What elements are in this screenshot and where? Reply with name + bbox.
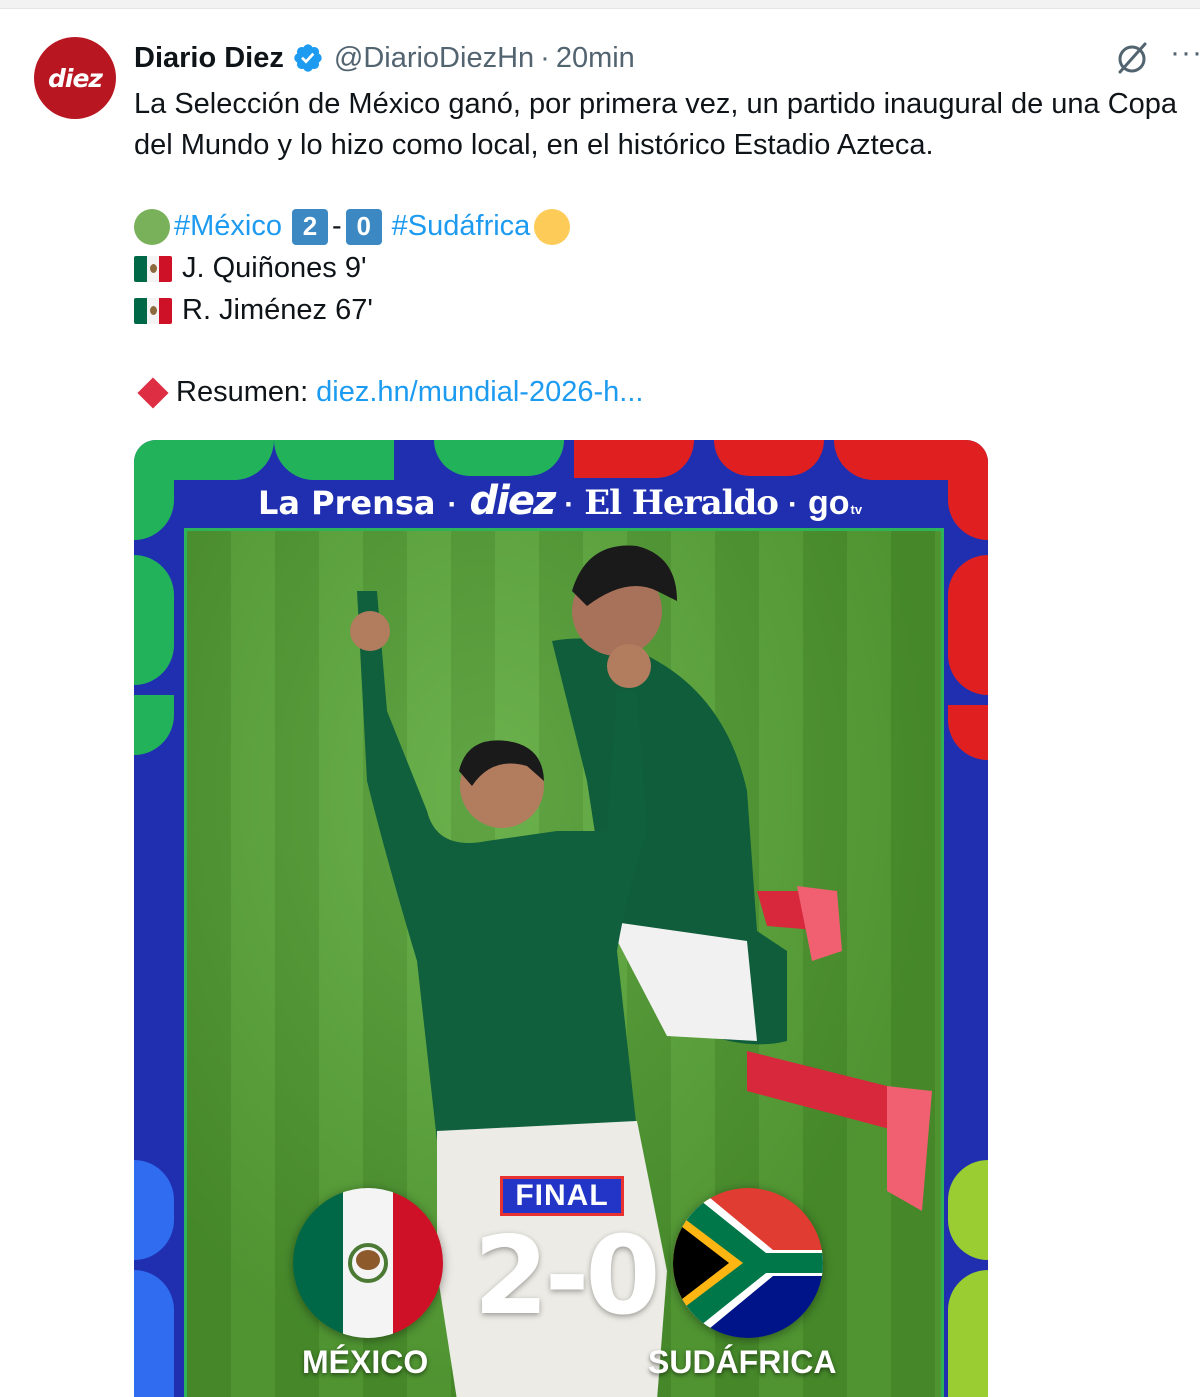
mexico-flag-icon — [134, 255, 172, 282]
south-africa-flag-icon — [673, 1188, 823, 1338]
author-name[interactable]: Diario Diez — [134, 42, 284, 75]
red-diamond-icon — [137, 376, 169, 409]
goal-scorer: R. Jiménez 67' — [182, 294, 373, 326]
el-heraldo-logo: El Heraldo — [584, 483, 779, 523]
diez-logo: diez — [48, 63, 103, 93]
tweet-header: Diario Diez @DiarioDiezHn · 20min — [134, 40, 635, 76]
keycap-home-goals: 2 — [292, 208, 328, 245]
tweet-timestamp[interactable]: 20min — [556, 42, 635, 75]
score-line: #México 2 - 0 #Sudáfrica — [134, 206, 571, 247]
brand-separator: · — [564, 488, 575, 521]
final-status-badge: FINAL — [500, 1176, 624, 1216]
summary-label: Resumen: — [176, 376, 309, 408]
goal-line: J. Quiñones 9' — [134, 248, 366, 289]
score-dash: - — [332, 210, 342, 242]
verified-badge-icon — [294, 44, 322, 72]
green-circle-icon — [134, 208, 170, 245]
goal-scorer: J. Quiñones 9' — [182, 252, 367, 284]
mexico-flag-icon — [293, 1188, 443, 1338]
grok-icon[interactable] — [1112, 38, 1152, 78]
tweet-text: La Selección de México ganó, por primera… — [134, 88, 1178, 161]
brand-separator: · — [447, 488, 458, 521]
diez-brand-logo: diez — [469, 478, 556, 524]
brand-separator: · — [787, 488, 798, 521]
yellow-circle-icon — [534, 208, 571, 245]
away-team-name: SUDÁFRICA — [648, 1344, 837, 1380]
keycap-away-goals: 0 — [345, 208, 382, 245]
header-separator: · — [540, 41, 550, 74]
summary-line: Resumen: diez.hn/mundial-2026-h... — [134, 372, 643, 413]
author-avatar[interactable]: diez — [34, 37, 116, 119]
media-brands-bar: La Prensa · diez · El Heraldo · go tv — [258, 478, 1200, 524]
hashtag-sudafrica[interactable]: #Sudáfrica — [392, 206, 531, 247]
la-prensa-logo: La Prensa — [258, 484, 436, 522]
home-team-name: MÉXICO — [302, 1344, 429, 1380]
go-logo: go — [807, 484, 850, 522]
mexico-flag-icon — [134, 297, 172, 324]
hashtag-mexico[interactable]: #México — [174, 206, 282, 247]
author-handle[interactable]: @DiarioDiezHn — [334, 42, 534, 75]
top-divider — [0, 0, 1200, 9]
tv-logo: tv — [850, 502, 863, 517]
more-icon[interactable]: ··· — [1170, 38, 1200, 78]
goal-line: R. Jiménez 67' — [134, 290, 373, 331]
summary-link[interactable]: diez.hn/mundial-2026-h... — [316, 372, 643, 413]
final-score: 2-0 — [473, 1214, 660, 1339]
